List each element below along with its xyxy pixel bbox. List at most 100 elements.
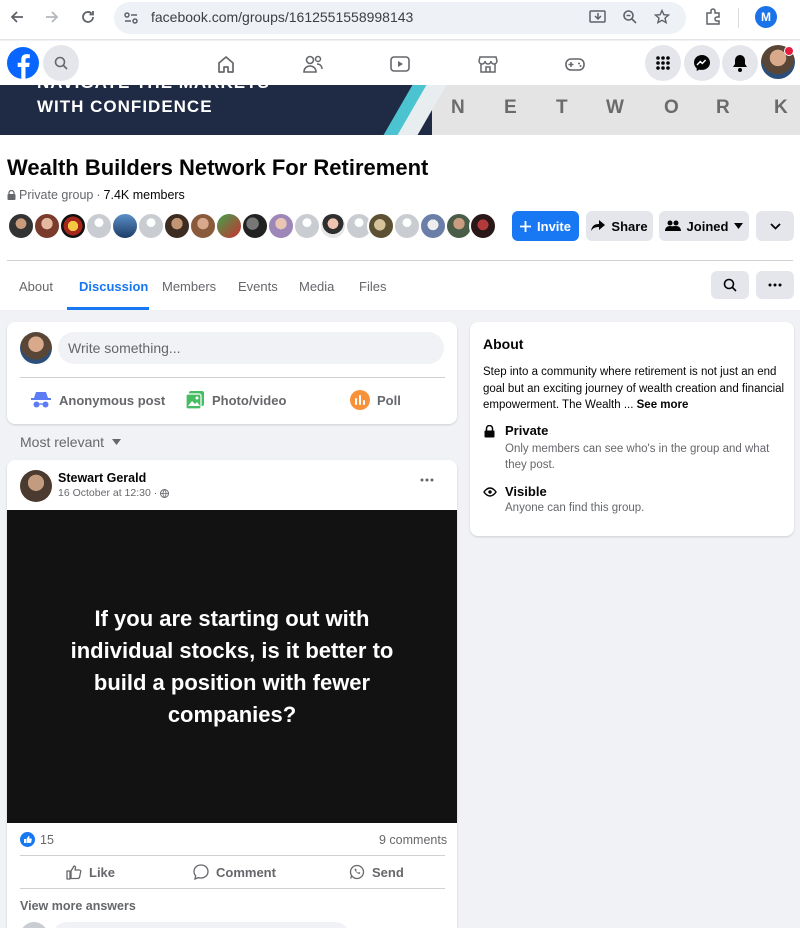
member-avatar[interactable] (319, 212, 347, 240)
zoom-icon[interactable] (622, 9, 638, 25)
caret-down-icon (734, 223, 744, 229)
member-avatar[interactable] (33, 212, 61, 240)
member-avatar[interactable] (85, 212, 113, 240)
bookmark-star-icon[interactable] (654, 9, 670, 25)
plus-icon (520, 220, 532, 232)
caret-down-icon (112, 439, 122, 445)
comment-button[interactable]: Comment (193, 864, 276, 880)
gaming-icon[interactable] (564, 54, 586, 74)
facebook-logo[interactable] (7, 47, 39, 79)
friends-icon[interactable] (302, 54, 324, 74)
invite-label: Invite (537, 218, 571, 234)
tab-media[interactable]: Media (299, 279, 334, 294)
site-settings-icon[interactable] (123, 10, 139, 26)
forward-icon[interactable] (37, 2, 67, 32)
active-tab-indicator (67, 307, 149, 310)
member-avatar[interactable] (241, 212, 269, 240)
member-avatar[interactable] (163, 212, 191, 240)
cover-letter: N (451, 97, 465, 118)
chevron-down-icon (769, 222, 781, 230)
tab-files[interactable]: Files (359, 279, 386, 294)
messenger-icon[interactable] (684, 45, 720, 81)
tab-discussion[interactable]: Discussion (79, 279, 148, 294)
group-members-icon (664, 220, 681, 231)
member-avatar[interactable] (419, 212, 447, 240)
cover-headline-line-2: WITH CONFIDENCE (37, 97, 213, 116)
reactions-summary[interactable]: 15 (20, 832, 54, 847)
post-timestamp[interactable]: 16 October at 12:30 · (58, 487, 157, 499)
member-avatar[interactable] (7, 212, 35, 240)
post-options-icon[interactable] (420, 478, 434, 482)
private-lock-icon (484, 425, 495, 438)
whatsapp-send-icon (349, 864, 365, 880)
member-avatar[interactable] (393, 212, 421, 240)
anonymous-post-button[interactable]: Anonymous post (31, 391, 165, 409)
group-name[interactable]: Wealth Builders Network For Retirement (7, 155, 428, 181)
menu-grid-icon[interactable] (645, 45, 681, 81)
cover-letter: O (664, 97, 679, 118)
write-something-input[interactable]: Write something... (58, 332, 444, 364)
facebook-search-icon[interactable] (43, 45, 79, 81)
url-text[interactable]: facebook.com/groups/1612551558998143 (151, 9, 413, 25)
view-more-answers-link[interactable]: View more answers (20, 899, 136, 913)
marketplace-icon[interactable] (477, 54, 499, 74)
thumbs-up-icon (66, 865, 82, 880)
post-actions-divider-bottom (20, 888, 445, 889)
member-avatar[interactable] (59, 212, 87, 240)
group-cover-photo[interactable]: NAVIGATE THE MARKETS WITH CONFIDENCE N E… (0, 85, 800, 135)
private-description: Only members can see who's in the group … (505, 443, 770, 471)
install-app-icon[interactable] (589, 9, 607, 25)
photo-icon (185, 391, 204, 410)
comment-count[interactable]: 9 comments (379, 833, 447, 847)
member-avatar[interactable] (367, 212, 395, 240)
tab-about[interactable]: About (19, 279, 53, 294)
joined-button[interactable]: Joined (659, 211, 749, 241)
tab-members[interactable]: Members (162, 279, 216, 294)
sort-dropdown[interactable]: Most relevant (20, 434, 122, 450)
composer-avatar[interactable] (20, 332, 52, 364)
see-more-link[interactable]: See more (637, 399, 689, 411)
send-button[interactable]: Send (349, 864, 404, 880)
comment-avatar[interactable] (20, 922, 48, 928)
home-icon[interactable] (216, 54, 236, 74)
post-card: Stewart Gerald 16 October at 12:30 · If … (7, 460, 457, 928)
tab-events[interactable]: Events (238, 279, 278, 294)
group-more-button[interactable] (756, 271, 794, 299)
post-author-avatar[interactable] (20, 470, 52, 502)
like-button[interactable]: Like (66, 864, 115, 880)
cover-headline-line-1: NAVIGATE THE MARKETS (37, 85, 270, 93)
back-icon[interactable] (2, 2, 32, 32)
cover-letter: K (774, 97, 788, 118)
post-timestamp-row: 16 October at 12:30 · (58, 487, 170, 499)
poll-button[interactable]: Poll (350, 390, 401, 410)
globe-icon (160, 488, 170, 498)
share-button[interactable]: Share (586, 211, 653, 241)
cover-letter: R (716, 97, 730, 118)
meta-separator: · (96, 188, 101, 202)
extensions-icon[interactable] (704, 8, 722, 26)
member-avatar[interactable] (189, 212, 217, 240)
more-options-button[interactable] (756, 211, 794, 241)
notification-dot (784, 46, 794, 56)
post-author-name[interactable]: Stewart Gerald (58, 471, 146, 485)
member-avatar[interactable] (111, 212, 139, 240)
member-avatar[interactable] (215, 212, 243, 240)
anonymous-post-label: Anonymous post (59, 392, 166, 408)
member-avatar[interactable] (293, 212, 321, 240)
notifications-bell-icon[interactable] (722, 45, 758, 81)
browser-profile-avatar[interactable]: M (755, 6, 777, 28)
member-avatar[interactable] (469, 212, 497, 240)
member-avatar[interactable] (137, 212, 165, 240)
composer-divider (20, 377, 445, 378)
post-image[interactable]: If you are starting out with individual … (7, 510, 457, 823)
member-count[interactable]: 7.4K members (104, 188, 185, 202)
visible-description: Anyone can find this group. (505, 502, 645, 514)
invite-button[interactable]: Invite (512, 211, 579, 241)
photo-video-button[interactable]: Photo/video (185, 390, 286, 410)
video-icon[interactable] (389, 54, 411, 74)
reload-icon[interactable] (73, 2, 103, 32)
member-avatar[interactable] (267, 212, 295, 240)
about-title: About (483, 336, 524, 352)
send-label: Send (372, 864, 404, 880)
group-search-button[interactable] (711, 271, 749, 299)
